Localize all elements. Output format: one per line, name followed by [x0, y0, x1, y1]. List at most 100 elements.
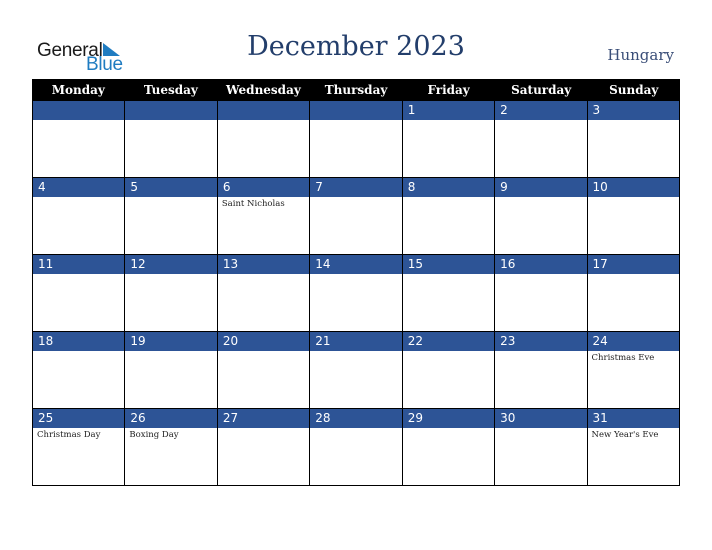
- day-cell[interactable]: 9: [495, 178, 588, 255]
- holiday-label: [588, 120, 679, 122]
- holiday-label: [33, 351, 124, 353]
- holiday-label: [218, 351, 309, 353]
- weekday-header: Monday: [51, 83, 105, 97]
- week-row: 123: [32, 101, 680, 178]
- day-number: 14: [310, 255, 402, 274]
- country-label: Hungary: [607, 46, 674, 64]
- holiday-label: [403, 428, 494, 430]
- day-cell[interactable]: [310, 101, 403, 178]
- day-cell[interactable]: 4: [33, 178, 126, 255]
- day-number: 12: [125, 255, 217, 274]
- day-cell[interactable]: 10: [587, 178, 680, 255]
- day-cell[interactable]: 5: [125, 178, 218, 255]
- day-cell[interactable]: 3: [587, 101, 680, 178]
- day-number: [217, 101, 310, 120]
- weekday-header: Saturday: [511, 83, 572, 97]
- day-number: 5: [125, 178, 217, 197]
- day-cell[interactable]: 12: [125, 255, 218, 332]
- day-number: 23: [495, 332, 587, 351]
- day-number: 15: [402, 255, 495, 274]
- day-number: [310, 101, 402, 120]
- holiday-label: [310, 120, 401, 122]
- day-number: 11: [33, 255, 125, 274]
- holiday-label: [403, 351, 494, 353]
- day-cell[interactable]: 11: [33, 255, 126, 332]
- day-number: 3: [587, 101, 679, 120]
- day-number: 8: [402, 178, 495, 197]
- day-cell[interactable]: 13: [217, 255, 311, 332]
- day-cell[interactable]: 27: [217, 409, 311, 486]
- day-cell[interactable]: 8: [402, 178, 496, 255]
- calendar-grid: Monday Tuesday Wednesday Thursday Friday…: [32, 79, 680, 486]
- day-cell[interactable]: 22: [402, 332, 496, 409]
- day-cell[interactable]: [217, 101, 311, 178]
- holiday-label: [125, 274, 216, 276]
- holiday-label: Christmas Day: [37, 430, 101, 440]
- day-cell[interactable]: 25 Christmas Day: [33, 409, 126, 486]
- day-cell[interactable]: 28: [310, 409, 403, 486]
- day-cell[interactable]: 15: [402, 255, 496, 332]
- day-number: 4: [33, 178, 125, 197]
- holiday-label: [310, 351, 401, 353]
- day-number: 24: [587, 332, 679, 351]
- holiday-label: [495, 197, 586, 199]
- holiday-label: [125, 120, 216, 122]
- week-row: 4 5 6 Saint Nicholas 7 8 9 10: [32, 178, 680, 255]
- day-cell[interactable]: 23: [495, 332, 588, 409]
- day-number: 17: [587, 255, 679, 274]
- day-cell[interactable]: [33, 101, 126, 178]
- holiday-label: [495, 120, 586, 122]
- day-cell[interactable]: 21: [310, 332, 403, 409]
- calendar-title: December 2023: [247, 31, 465, 62]
- day-cell[interactable]: 19: [125, 332, 218, 409]
- holiday-label: [33, 274, 124, 276]
- holiday-label: [310, 197, 401, 199]
- day-cell[interactable]: 2: [495, 101, 588, 178]
- weekday-header: Thursday: [324, 83, 388, 97]
- weekday-header-row: Monday Tuesday Wednesday Thursday Friday…: [32, 79, 680, 101]
- day-number: 29: [402, 409, 495, 428]
- holiday-label: [125, 351, 216, 353]
- day-cell[interactable]: 16: [495, 255, 588, 332]
- holiday-label: [33, 197, 124, 199]
- day-number: 1: [402, 101, 495, 120]
- day-number: 10: [587, 178, 679, 197]
- day-number: 13: [217, 255, 310, 274]
- day-cell[interactable]: [125, 101, 218, 178]
- day-cell[interactable]: 7: [310, 178, 403, 255]
- week-row: 25 Christmas Day 26 Boxing Day 27 28 29 30 31 New…: [32, 409, 680, 486]
- week-row: 18 19 20 21 22 23 24 Christmas Eve: [32, 332, 680, 409]
- holiday-label: [218, 274, 309, 276]
- holiday-label: [495, 351, 586, 353]
- day-number: 22: [402, 332, 495, 351]
- weekday-header: Sunday: [609, 83, 659, 97]
- holiday-label: [218, 120, 309, 122]
- day-cell[interactable]: 31 New Year's Eve: [587, 409, 680, 486]
- holiday-label: [495, 274, 586, 276]
- day-cell[interactable]: 17: [587, 255, 680, 332]
- holiday-label: Boxing Day: [129, 430, 179, 440]
- day-cell[interactable]: 20: [217, 332, 311, 409]
- holiday-label: [33, 120, 124, 122]
- day-cell[interactable]: 1: [402, 101, 496, 178]
- holiday-label: [588, 274, 679, 276]
- day-cell[interactable]: 29: [402, 409, 496, 486]
- day-cell[interactable]: 6 Saint Nicholas: [217, 178, 311, 255]
- holiday-label: [125, 197, 216, 199]
- holiday-label: New Year's Eve: [591, 430, 659, 440]
- day-cell[interactable]: 26 Boxing Day: [125, 409, 218, 486]
- holiday-label: [403, 120, 494, 122]
- day-cell[interactable]: 14: [310, 255, 403, 332]
- day-cell[interactable]: 24 Christmas Eve: [587, 332, 680, 409]
- holiday-label: [403, 197, 494, 199]
- holiday-label: [495, 428, 586, 430]
- holiday-label: [218, 428, 309, 430]
- day-number: 25: [33, 409, 125, 428]
- holiday-label: Christmas Eve: [591, 353, 655, 363]
- day-number: 28: [310, 409, 402, 428]
- day-cell[interactable]: 30: [495, 409, 588, 486]
- day-number: 21: [310, 332, 402, 351]
- holiday-label: [588, 197, 679, 199]
- day-cell[interactable]: 18: [33, 332, 126, 409]
- holiday-label: [310, 274, 401, 276]
